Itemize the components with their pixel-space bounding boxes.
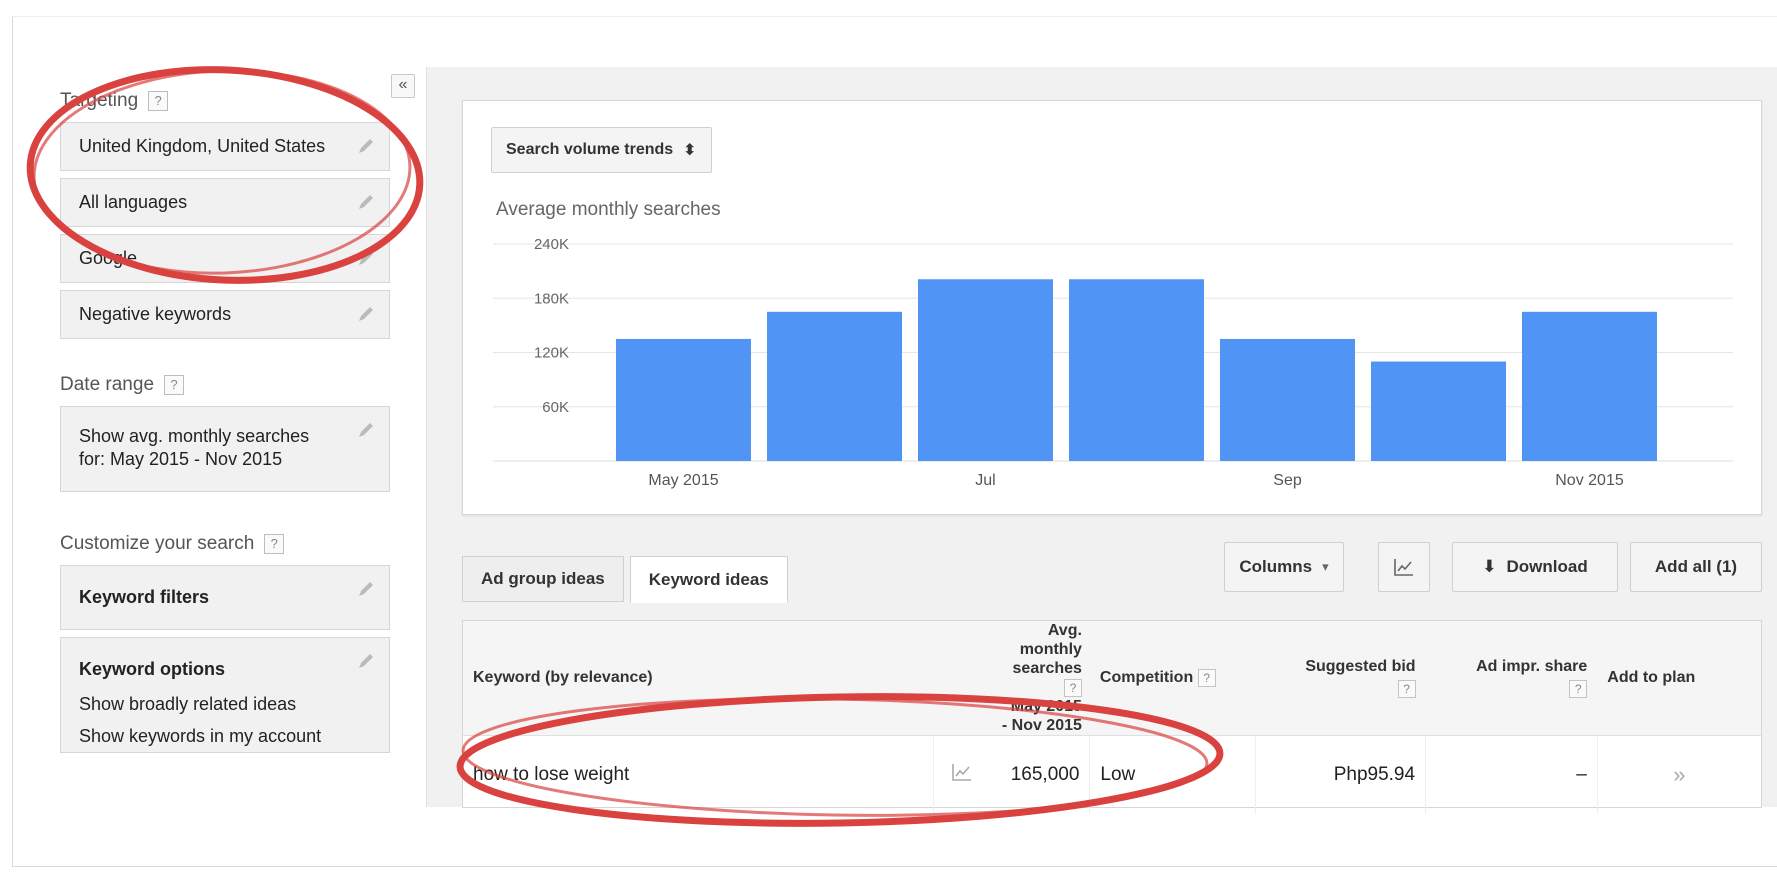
pencil-icon[interactable] [355, 191, 377, 213]
avg-header-line: Avg. monthly [1019, 622, 1082, 658]
y-tick-label: 240K [534, 236, 569, 253]
chart-card: Search volume trends ⬍ Average monthly s… [462, 100, 1762, 515]
pencil-icon[interactable] [355, 135, 377, 157]
bar[interactable] [918, 279, 1053, 461]
line-chart-icon[interactable] [951, 762, 973, 782]
x-tick-label: Nov 2015 [1555, 472, 1624, 489]
add-to-plan-button[interactable]: » [1597, 736, 1761, 814]
x-tick-label: May 2015 [648, 472, 718, 489]
keyword-filters-card[interactable]: Keyword filters [60, 565, 390, 630]
tab-ad-group-ideas[interactable]: Ad group ideas [462, 556, 624, 602]
customize-title: Customize your search [60, 533, 255, 554]
targeting-network-card[interactable]: Google [60, 234, 390, 283]
ad-impr-share-cell: – [1425, 735, 1598, 814]
collapse-sidebar-button[interactable]: « [391, 74, 415, 98]
keyword-option-item: Show keywords in my account [79, 726, 322, 746]
chevron-down-icon: ▾ [1322, 559, 1329, 574]
tab-keyword-ideas[interactable]: Keyword ideas [629, 556, 788, 603]
x-tick-label: Sep [1273, 472, 1302, 489]
bar[interactable] [1220, 338, 1355, 461]
customize-section-title: Customize your search ? [60, 533, 390, 555]
keyword-options-label: Keyword options [79, 659, 226, 679]
chart-toggle-button[interactable] [1378, 542, 1430, 592]
targeting-language-label: All languages [79, 192, 188, 212]
table-row: how to lose weight 165,000 Low Php95.94 … [463, 735, 1761, 814]
keyword-option-item: Show broadly related ideas [79, 694, 297, 714]
col-keyword[interactable]: Keyword (by relevance) [463, 621, 934, 736]
y-tick-label: 180K [534, 290, 569, 307]
pencil-icon[interactable] [355, 303, 377, 325]
bar[interactable] [616, 338, 751, 461]
y-tick-label: 120K [534, 345, 569, 362]
negative-keywords-card[interactable]: Negative keywords [60, 290, 390, 339]
date-range-title: Date range [60, 374, 155, 395]
col-competition[interactable]: Competition ? [1089, 621, 1256, 736]
line-chart-icon [1394, 559, 1413, 576]
targeting-network-label: Google [79, 248, 138, 268]
date-range-card[interactable]: Show avg. monthly searches for: May 2015… [60, 406, 390, 492]
columns-label: Columns [1239, 557, 1313, 576]
trend-cell[interactable] [934, 736, 990, 814]
add-all-label: Add all (1) [1654, 557, 1738, 576]
negative-keywords-label: Negative keywords [79, 304, 232, 324]
ad-impr-share-header-label: Ad impr. share [1476, 658, 1588, 675]
help-icon[interactable]: ? [148, 91, 169, 111]
add-all-button[interactable]: Add all (1) [1630, 542, 1762, 592]
pencil-icon[interactable] [355, 419, 377, 441]
targeting-location-label: United Kingdom, United States [79, 136, 326, 156]
competition-cell: Low [1089, 735, 1257, 814]
bar[interactable] [767, 311, 902, 461]
table-header-row: Keyword (by relevance) Avg. monthly sear… [463, 621, 1761, 736]
pencil-icon[interactable] [355, 650, 377, 672]
help-icon[interactable]: ? [264, 534, 285, 554]
avg-header-line: searches [1012, 660, 1082, 677]
download-icon: ⬇ [1482, 557, 1497, 576]
keyword-filters-label: Keyword filters [79, 587, 210, 607]
bar[interactable] [1371, 361, 1506, 461]
keyword-cell[interactable]: how to lose weight [463, 735, 935, 814]
date-range-section-title: Date range ? [60, 374, 390, 396]
pencil-icon[interactable] [355, 578, 377, 600]
help-icon[interactable]: ? [1063, 679, 1082, 697]
pencil-icon[interactable] [355, 247, 377, 269]
col-suggested-bid[interactable]: Suggested bid ? [1255, 621, 1426, 736]
idea-tabs: Ad group ideas Keyword ideas [462, 556, 794, 603]
competition-header-label: Competition [1099, 669, 1194, 686]
col-ad-impr-share[interactable]: Ad impr. share ? [1425, 621, 1598, 736]
suggested-bid-cell: Php95.94 [1255, 735, 1427, 814]
col-add-to-plan: Add to plan [1597, 621, 1761, 736]
x-tick-label: Jul [975, 472, 995, 489]
targeting-language-card[interactable]: All languages [60, 178, 390, 227]
help-icon[interactable]: ? [1569, 680, 1588, 698]
avg-monthly-searches-cell: 165,000 [989, 735, 1091, 814]
suggested-bid-header-label: Suggested bid [1305, 658, 1416, 675]
targeting-section-title: Targeting ? [60, 90, 390, 112]
avg-header-line-with-help: searches ? [1000, 659, 1082, 697]
help-icon[interactable]: ? [1197, 669, 1216, 687]
keyword-table: Keyword (by relevance) Avg. monthly sear… [462, 620, 1762, 814]
download-button[interactable]: ⬇ Download [1452, 542, 1618, 592]
columns-button[interactable]: Columns ▾ [1224, 542, 1344, 592]
sidebar: Targeting ? United Kingdom, United State… [60, 90, 390, 760]
bar[interactable] [1069, 279, 1204, 461]
download-label: Download [1506, 557, 1588, 576]
targeting-title: Targeting [60, 90, 139, 111]
bar-chart: 60K 120K 180K 240K May 2015 Jul Sep Nov 2015 [493, 236, 1733, 489]
keyword-options-card[interactable]: Keyword options Show broadly related ide… [60, 637, 390, 753]
bar[interactable] [1522, 311, 1657, 461]
avg-header-line: May 2015 [1010, 698, 1082, 715]
targeting-location-card[interactable]: United Kingdom, United States [60, 122, 390, 171]
y-tick-label: 60K [542, 399, 569, 416]
keyword-options-list: Show broadly related ideas Show keywords… [79, 688, 339, 752]
help-icon[interactable]: ? [1397, 680, 1416, 698]
col-avg-monthly-searches[interactable]: Avg. monthly searches ? May 2015 - Nov 2… [989, 621, 1090, 736]
avg-header-line: - Nov 2015 [1001, 717, 1082, 734]
date-range-value: Show avg. monthly searches for: May 2015… [79, 426, 310, 469]
help-icon[interactable]: ? [164, 375, 185, 395]
